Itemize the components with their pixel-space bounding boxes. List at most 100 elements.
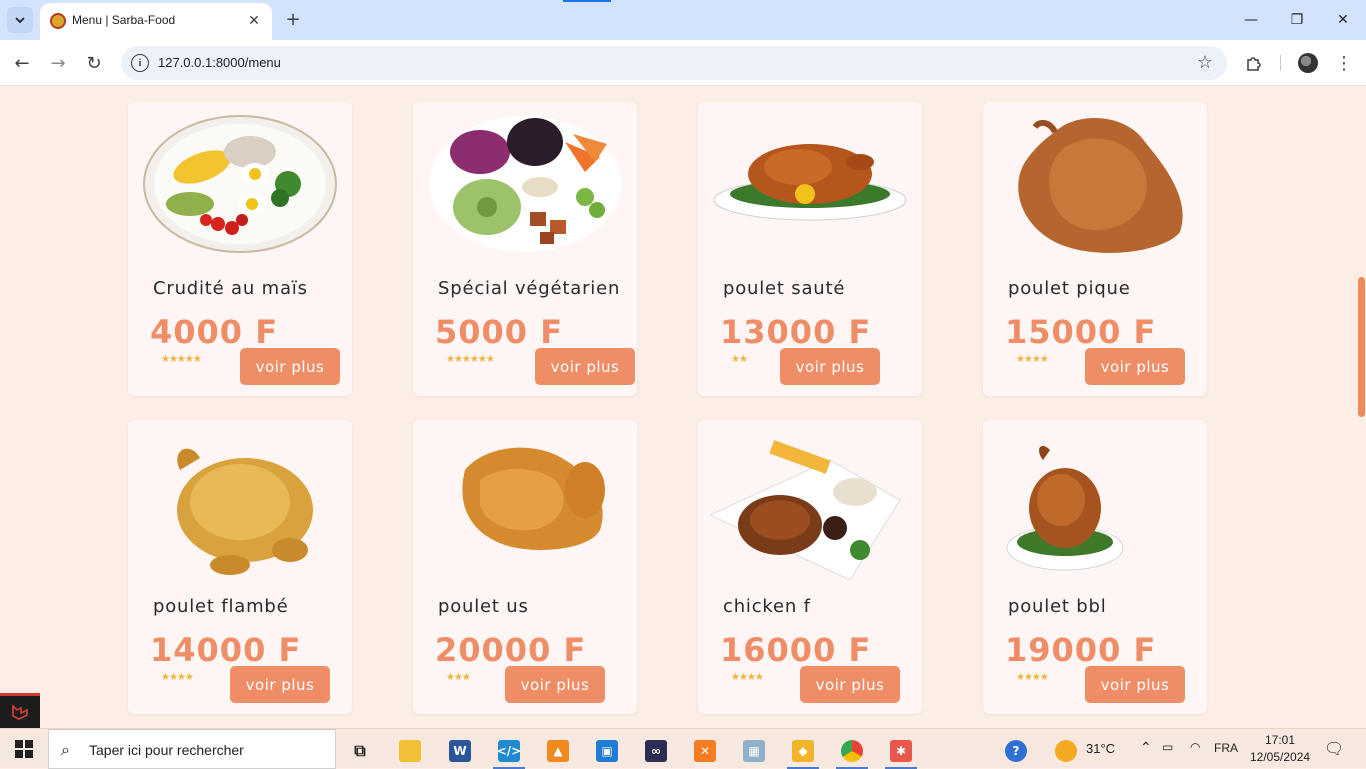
item-price: 4000 F	[150, 313, 279, 351]
voir-plus-button[interactable]: voir plus	[230, 666, 330, 703]
rating-stars: ★★★★	[1016, 672, 1049, 683]
rating-stars: ★★★★	[161, 672, 194, 683]
menu-card: Crudité au maïs 4000 F ★★★★★ voir plus	[128, 102, 352, 396]
address-bar[interactable]: i 127.0.0.1:8000/menu ☆	[121, 46, 1227, 80]
voir-plus-button[interactable]: voir plus	[1085, 666, 1185, 703]
item-price: 20000 F	[435, 631, 587, 669]
menu-card: poulet bbl 19000 F ★★★★ voir plus	[983, 420, 1207, 714]
item-price: 14000 F	[150, 631, 302, 669]
item-price: 16000 F	[720, 631, 872, 669]
battery-icon[interactable]: ▭	[1162, 740, 1173, 754]
rating-stars: ★★★★	[1016, 354, 1049, 365]
menu-card: poulet flambé 14000 F ★★★★ voir plus	[128, 420, 352, 714]
crudite-bowl-image	[143, 115, 337, 253]
bookmark-star-icon[interactable]: ☆	[1197, 52, 1213, 73]
voir-plus-button[interactable]: voir plus	[240, 348, 340, 385]
vlc-icon[interactable]: ▲	[538, 733, 578, 769]
item-name: Crudité au maïs	[153, 278, 308, 299]
rating-stars: ★★	[731, 354, 748, 365]
minimize-icon[interactable]: —	[1228, 0, 1274, 40]
voir-plus-button[interactable]: voir plus	[780, 348, 880, 385]
page-scrollbar[interactable]	[1356, 87, 1366, 728]
start-button[interactable]	[0, 729, 48, 769]
profile-avatar[interactable]	[1298, 53, 1318, 73]
vscode-icon[interactable]: </>	[489, 733, 529, 769]
app-red-icon[interactable]: ✱	[881, 733, 921, 769]
item-price: 13000 F	[720, 313, 872, 351]
laravel-debugbar-icon[interactable]	[0, 693, 40, 728]
app-yellow-icon[interactable]: ◆	[783, 733, 823, 769]
item-name: poulet us	[438, 596, 529, 617]
item-price: 15000 F	[1005, 313, 1157, 351]
voir-plus-button[interactable]: voir plus	[800, 666, 900, 703]
rating-stars: ★★★★	[731, 672, 764, 683]
rating-stars: ★★★★★	[161, 354, 202, 365]
menu-card: chicken f 16000 F ★★★★ voir plus	[698, 420, 922, 714]
clock-time[interactable]: 17:01	[1265, 733, 1295, 747]
close-window-icon[interactable]: ✕	[1320, 0, 1366, 40]
item-price: 5000 F	[435, 313, 564, 351]
visual-studio-icon[interactable]: ∞	[636, 733, 676, 769]
menu-card: poulet us 20000 F ★★★ voir plus	[413, 420, 637, 714]
item-name: chicken f	[723, 596, 811, 617]
rating-stars: ★★★★★★	[446, 354, 495, 365]
poulet-flambe-image	[177, 448, 313, 575]
vegetarian-bowl-image	[429, 116, 621, 252]
file-explorer-icon[interactable]	[390, 733, 430, 769]
taskbar-search-box[interactable]: ⌕ Taper ici pour rechercher	[48, 729, 336, 769]
image-viewer-icon[interactable]: ▦	[734, 733, 774, 769]
voir-plus-button[interactable]: voir plus	[1085, 348, 1185, 385]
chicken-f-image	[710, 440, 901, 580]
puzzle-icon	[1247, 57, 1261, 71]
item-name: poulet flambé	[153, 596, 289, 617]
tray-chevron-up-icon[interactable]: ⌃	[1140, 739, 1152, 756]
poulet-saute-image	[713, 144, 907, 221]
wifi-icon[interactable]: ◠	[1190, 740, 1200, 754]
scrollbar-thumb[interactable]	[1358, 277, 1365, 417]
menu-card: Spécial végétarien 5000 F ★★★★★★ voir pl…	[413, 102, 637, 396]
menu-card: poulet pique 15000 F ★★★★ voir plus	[983, 102, 1207, 396]
reload-icon[interactable]: ↻	[80, 49, 108, 77]
back-icon[interactable]: ←	[8, 49, 36, 77]
new-tab-icon[interactable]: +	[282, 8, 304, 30]
poulet-pique-image	[1018, 118, 1183, 253]
browser-toolbar: ← → ↻ i 127.0.0.1:8000/menu ☆ ⋮	[0, 40, 1366, 86]
search-icon: ⌕	[61, 740, 70, 759]
menu-card: poulet sauté 13000 F ★★ voir plus	[698, 102, 922, 396]
restore-icon[interactable]: ❐	[1274, 0, 1320, 40]
chevron-down-icon	[15, 17, 25, 24]
windows-logo-icon	[15, 740, 33, 758]
search-placeholder: Taper ici pour rechercher	[89, 742, 244, 758]
toolbar-separator	[1280, 55, 1281, 71]
item-name: poulet bbl	[1008, 596, 1107, 617]
weather-icon[interactable]	[1046, 733, 1086, 769]
chrome-icon[interactable]	[832, 733, 872, 769]
voir-plus-button[interactable]: voir plus	[535, 348, 635, 385]
sarba-food-favicon-icon	[50, 13, 66, 29]
tab-title: Menu | Sarba-Food	[72, 13, 176, 27]
voir-plus-button[interactable]: voir plus	[505, 666, 605, 703]
browser-tab-bar: Menu | Sarba-Food ✕ + — ❐ ✕	[0, 0, 1366, 40]
url-text[interactable]: 127.0.0.1:8000/menu	[158, 55, 281, 70]
extensions-icon[interactable]	[1242, 51, 1266, 75]
xampp-icon[interactable]: ✕	[685, 733, 725, 769]
item-name: poulet pique	[1008, 278, 1131, 299]
more-menu-icon[interactable]: ⋮	[1332, 51, 1356, 75]
laravel-logo-icon	[12, 704, 28, 720]
language-indicator[interactable]: FRA	[1214, 741, 1238, 755]
close-tab-icon[interactable]: ✕	[244, 11, 264, 31]
notification-icon[interactable]: 🗨	[1324, 739, 1344, 759]
help-icon[interactable]: ?	[996, 733, 1036, 769]
task-view-icon[interactable]: ⧉	[340, 733, 380, 769]
item-name: poulet sauté	[723, 278, 846, 299]
word-icon[interactable]: W	[440, 733, 480, 769]
tab-menu[interactable]: Menu | Sarba-Food ✕	[40, 3, 272, 40]
virtualbox-icon[interactable]: ▣	[587, 733, 627, 769]
item-price: 19000 F	[1005, 631, 1157, 669]
site-info-icon[interactable]: i	[131, 54, 149, 72]
windows-taskbar: ⌕ Taper ici pour rechercher ⧉ W </> ▲ ▣ …	[0, 728, 1366, 769]
forward-icon[interactable]: →	[44, 49, 72, 77]
weather-temperature[interactable]: 31°C	[1086, 741, 1115, 756]
tab-search-button[interactable]	[7, 7, 33, 33]
clock-date[interactable]: 12/05/2024	[1250, 750, 1310, 764]
